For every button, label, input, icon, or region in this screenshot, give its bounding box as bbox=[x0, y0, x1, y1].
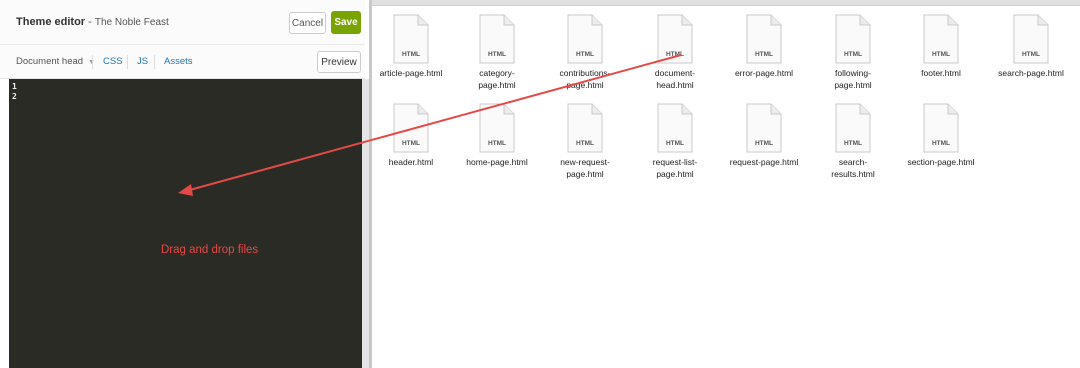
drag-arrow bbox=[178, 54, 682, 196]
drag-arrow-line bbox=[185, 54, 682, 192]
drag-arrow-head bbox=[178, 184, 193, 196]
